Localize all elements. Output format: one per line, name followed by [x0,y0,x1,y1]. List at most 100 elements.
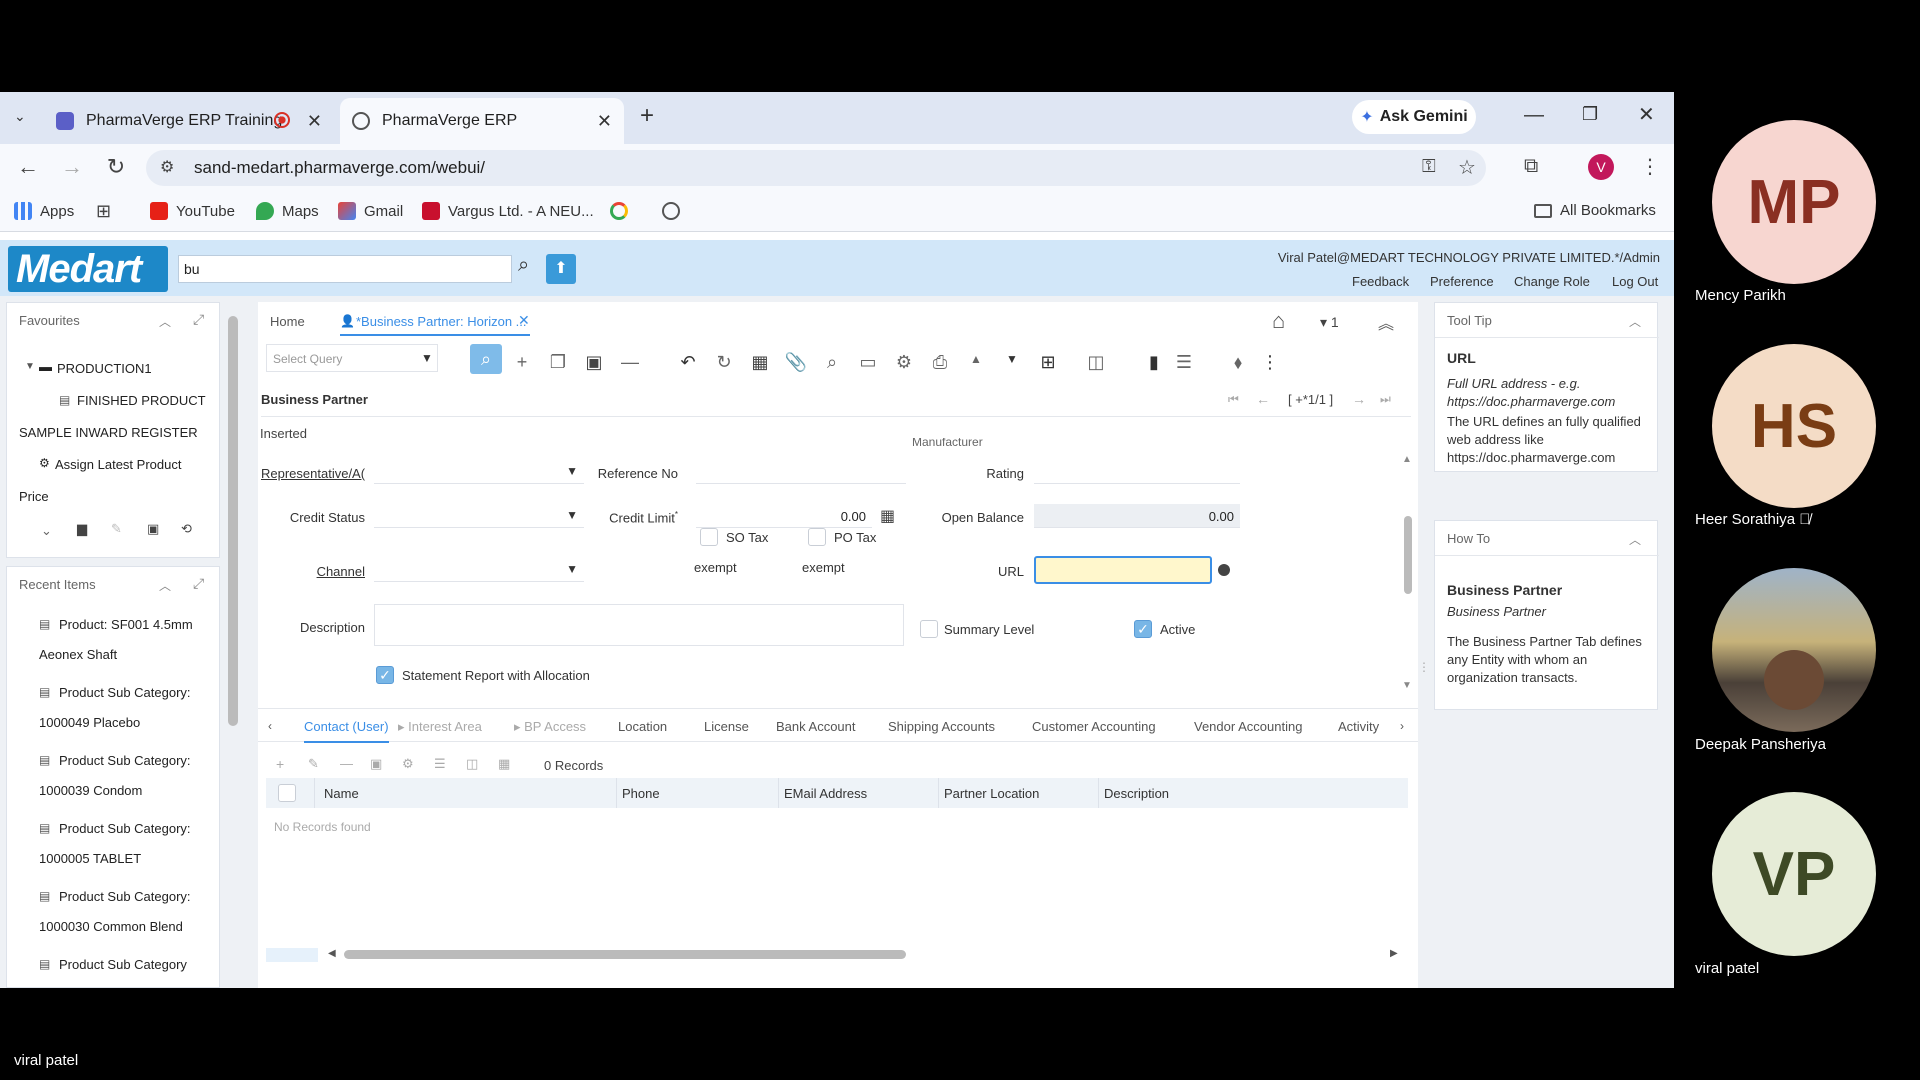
forward-icon[interactable]: → [58,154,86,180]
collapse-icon[interactable]: ︿ [1629,313,1641,330]
copy-icon[interactable]: ❐ [546,352,570,373]
grid-hscrollbar[interactable] [344,950,906,959]
recent-item-sub[interactable]: 1000049 Placebo [39,715,140,730]
tab-location[interactable]: Location [618,719,667,734]
representative-label[interactable]: Representative/A( [261,466,369,481]
tab-shipping-accounts[interactable]: Shipping Accounts [888,719,995,734]
scroll-right-icon[interactable]: ▶ [1390,948,1398,959]
recent-item-sub[interactable]: Aeonex Shaft [39,647,117,662]
tab-list-icon[interactable]: ⌄ [14,108,26,125]
fav-production1[interactable]: PRODUCTION1 [57,361,152,376]
tab-home[interactable]: Home [270,314,305,329]
next-record-icon[interactable]: → [1352,391,1366,407]
process-icon[interactable]: ⚙ [892,352,916,373]
delete-icon[interactable]: — [618,352,642,373]
bookmark-gmail[interactable]: Gmail [338,202,403,220]
grid-table-icon[interactable]: ▦ [498,756,510,772]
col-partner-location[interactable]: Partner Location [944,786,1039,801]
form-scrollbar[interactable] [1404,516,1412,594]
so-tax-checkbox[interactable] [700,528,718,546]
star-icon[interactable]: ☆ [1458,155,1476,180]
close-icon[interactable]: ✕ [597,111,612,132]
tab-business-partner[interactable]: 👤 *Business Partner: Horizon ... ✕ [340,302,530,336]
grid-save-icon[interactable]: ▣ [370,756,382,772]
menu-icon[interactable]: ⋮ [1640,154,1660,179]
grid-list-icon[interactable]: ☰ [434,756,446,772]
key-icon[interactable]: ⚿ [1422,156,1436,177]
fav-price[interactable]: Price [19,489,49,504]
reload-icon[interactable]: ↻ [102,154,130,180]
url-link-icon[interactable] [1218,564,1230,576]
description-field[interactable] [374,604,904,646]
tab-erp[interactable]: PharmaVerge ERP ✕ [340,98,624,144]
collapse-icon[interactable]: ︿ [159,577,171,594]
close-icon[interactable]: ✕ [307,111,322,132]
refresh-icon[interactable]: ↻ [712,352,736,373]
report-icon[interactable]: ▭ [856,352,880,373]
recent-item-sub[interactable]: 1000030 Common Blend [39,919,183,934]
col-description[interactable]: Description [1104,786,1169,801]
grid-process-icon[interactable]: ⚙ [402,756,414,772]
col-phone[interactable]: Phone [622,786,660,801]
back-icon[interactable]: ← [14,154,42,180]
extensions-icon[interactable]: ⧉ [1524,155,1538,178]
change-role-link[interactable]: Change Role [1514,274,1590,289]
global-search-input[interactable]: bu [178,255,512,283]
document-icon[interactable]: ▮ [1142,352,1166,373]
close-icon[interactable]: ✕ [518,312,530,329]
select-query[interactable]: Select Query ▼ [266,344,438,372]
refresh-icon[interactable]: ⟲ [181,521,192,537]
list-icon[interactable]: ☰ [1172,352,1196,373]
minimize-icon[interactable]: — [1524,104,1544,127]
recent-item-sub[interactable]: 1000039 Condom [39,783,142,798]
undo-icon[interactable]: ↶ [676,352,700,373]
recent-item[interactable]: Product: SF001 4.5mm [59,617,193,632]
restore-icon[interactable]: ❐ [1582,104,1598,125]
expand-icon[interactable]: ⤢ [193,575,204,592]
recent-item[interactable]: Product Sub Category: [59,889,191,904]
first-record-icon[interactable]: ⏮ [1228,392,1239,407]
save-icon[interactable]: ▣ [147,521,159,537]
scroll-up-icon[interactable]: ▲ [1402,454,1412,465]
col-email[interactable]: EMail Address [784,786,867,801]
globe-icon[interactable] [662,202,680,220]
new-tab-icon[interactable]: + [640,102,654,130]
po-tax-checkbox[interactable] [808,528,826,546]
tabs-left-icon[interactable]: ‹ [268,719,272,733]
grid-delete-icon[interactable]: — [340,756,353,771]
right-dots[interactable]: ⋮ [1418,660,1430,674]
col-name[interactable]: Name [324,786,359,801]
bookmark-maps[interactable]: Maps [256,202,319,220]
print-icon[interactable]: ⎙ [928,352,952,373]
recent-item[interactable]: Product Sub Category [59,957,187,972]
fav-assign-latest[interactable]: Assign Latest Product [55,457,181,472]
expand-icon[interactable]: ⤢ [193,311,204,328]
zoom-icon[interactable]: ⌕ [820,352,844,373]
kebab-icon[interactable]: ⋮ [1258,352,1282,373]
split-view-icon[interactable]: ◫ [1084,352,1108,373]
tab-vendor-accounting[interactable]: Vendor Accounting [1194,719,1302,734]
statement-report-checkbox[interactable]: ✓ [376,666,394,684]
tab-license[interactable]: License [704,719,749,734]
credit-limit-field[interactable]: 0.00 [696,504,872,528]
recent-item-sub[interactable]: 1000005 TABLET [39,851,141,866]
upload-icon[interactable]: ⬆ [546,254,576,284]
tab-bp-access[interactable]: ▸ BP Access [514,719,586,735]
prev-record-icon[interactable]: ← [1256,391,1270,407]
feedback-link[interactable]: Feedback [1352,274,1409,289]
tabs-right-icon[interactable]: › [1400,719,1404,733]
tab-contact-user[interactable]: Contact (User) [304,719,389,743]
home-icon[interactable]: ⌂ [1272,308,1285,334]
last-record-icon[interactable]: ⏭ [1380,392,1391,407]
new-icon[interactable]: + [510,352,534,373]
collapse-icon[interactable]: ︿ [159,313,171,330]
edit-icon[interactable]: ✎ [111,521,122,537]
channel-label[interactable]: Channel [261,564,365,579]
rating-field[interactable] [1034,460,1240,484]
up-arrow-icon[interactable]: ▲ [964,352,988,366]
save-icon[interactable]: ▣ [582,352,606,373]
grid-new-icon[interactable]: + [276,756,284,772]
preference-link[interactable]: Preference [1430,274,1494,289]
grid-toggle-icon[interactable]: ▦ [748,352,772,373]
attachment-icon[interactable]: 📎 [784,352,808,373]
